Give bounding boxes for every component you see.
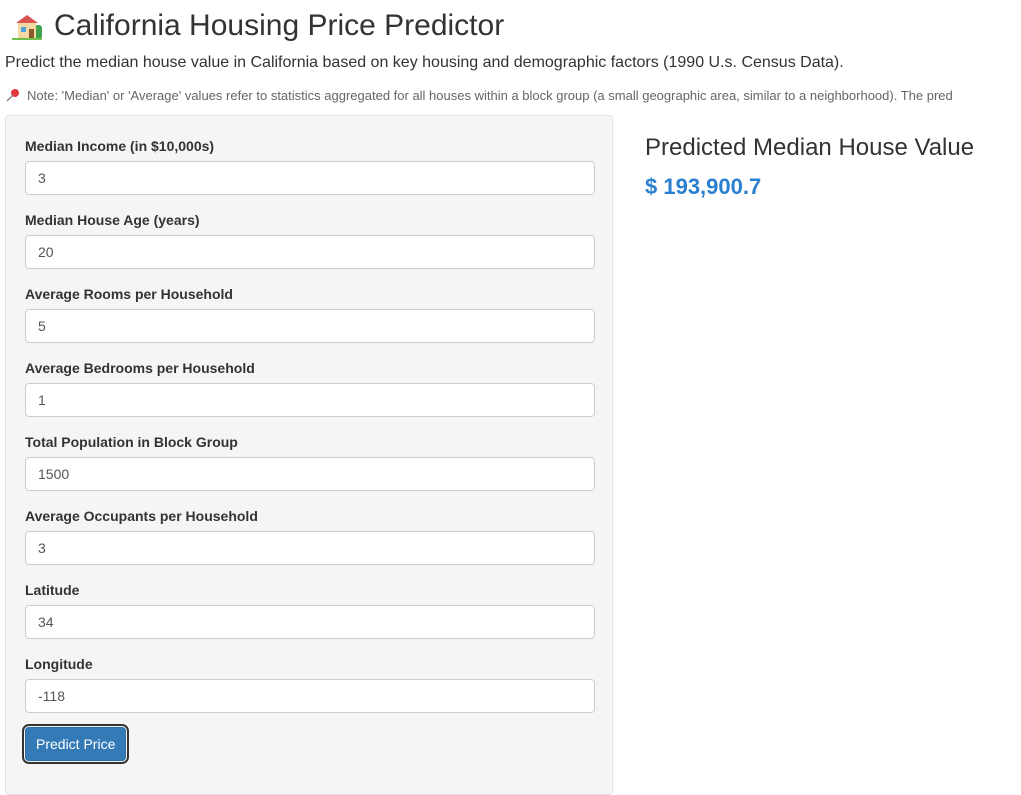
latitude-label: Latitude <box>25 582 80 598</box>
total-population-label: Total Population in Block Group <box>25 434 238 450</box>
latitude-input[interactable] <box>25 605 595 639</box>
prediction-heading: Predicted Median House Value <box>645 134 975 161</box>
longitude-input[interactable] <box>25 679 595 713</box>
average-rooms-input[interactable] <box>25 309 595 343</box>
input-form-panel: Median Income (in $10,000s) Median House… <box>5 115 613 795</box>
note-text-container: Note: 'Median' or 'Average' values refer… <box>5 88 1021 103</box>
median-income-input[interactable] <box>25 161 595 195</box>
page-title-text: California Housing Price Predictor <box>54 9 505 42</box>
page-title: California Housing Price Predictor <box>10 6 504 46</box>
average-bedrooms-input[interactable] <box>25 383 595 417</box>
longitude-label: Longitude <box>25 656 93 672</box>
house-icon <box>12 15 42 40</box>
total-population-input[interactable] <box>25 457 595 491</box>
median-income-label: Median Income (in $10,000s) <box>25 138 215 154</box>
average-occupants-label: Average Occupants per Household <box>25 508 258 524</box>
predicted-value: $ 193,900.7 <box>645 174 762 199</box>
note-text: Note: 'Median' or 'Average' values refer… <box>27 88 953 103</box>
predict-price-button[interactable]: Predict Price <box>21 724 130 764</box>
average-rooms-label: Average Rooms per Household <box>25 286 233 302</box>
average-occupants-input[interactable] <box>25 531 595 565</box>
average-bedrooms-label: Average Bedrooms per Household <box>25 360 255 376</box>
median-house-age-input[interactable] <box>25 235 595 269</box>
page-subtitle: Predict the median house value in Califo… <box>5 54 844 71</box>
pushpin-icon <box>6 89 19 102</box>
median-house-age-label: Median House Age (years) <box>25 212 200 228</box>
